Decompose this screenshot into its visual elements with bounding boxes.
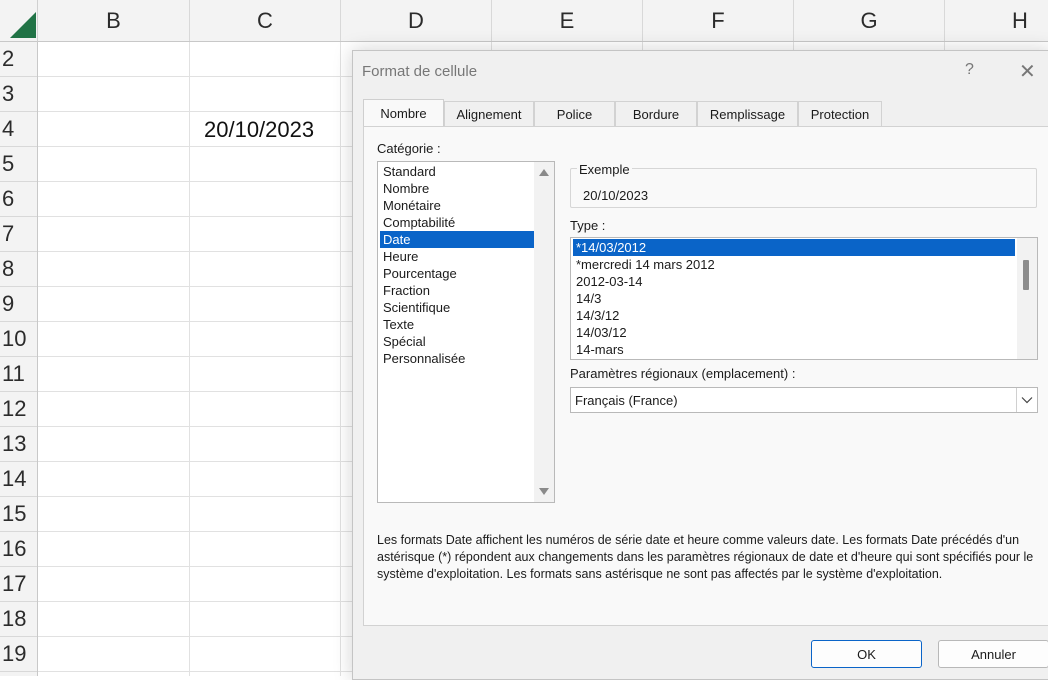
column-header-f[interactable]: F: [643, 0, 794, 41]
category-item-pourcentage[interactable]: Pourcentage: [380, 265, 534, 282]
gridline: [189, 42, 190, 676]
column-header-h[interactable]: H: [945, 0, 1048, 41]
category-label: Catégorie :: [377, 141, 441, 156]
category-item-texte[interactable]: Texte: [380, 316, 534, 333]
help-icon[interactable]: ?: [965, 61, 974, 79]
row-header-4[interactable]: 4: [0, 112, 37, 147]
scroll-up-arrow-icon[interactable]: [539, 169, 549, 176]
region-value: Français (France): [575, 393, 678, 408]
row-header-9[interactable]: 9: [0, 287, 37, 322]
category-scrollbar[interactable]: [534, 162, 554, 502]
row-header-6[interactable]: 6: [0, 182, 37, 217]
category-list[interactable]: Standard Nombre Monétaire Comptabilité D…: [377, 161, 555, 503]
row-header-12[interactable]: 12: [0, 392, 37, 427]
dialog-title: Format de cellule: [362, 63, 477, 80]
column-header-e[interactable]: E: [492, 0, 643, 41]
cancel-button[interactable]: Annuler: [938, 640, 1048, 668]
row-header-2[interactable]: 2: [0, 42, 37, 77]
category-item-comptabilite[interactable]: Comptabilité: [380, 214, 534, 231]
column-header-c[interactable]: C: [190, 0, 341, 41]
category-item-personnalisee[interactable]: Personnalisée: [380, 350, 534, 367]
type-item[interactable]: *mercredi 14 mars 2012: [573, 256, 1015, 273]
ok-button[interactable]: OK: [811, 640, 922, 668]
format-cells-dialog: Format de cellule ? ✕ Nombre Alignement …: [352, 50, 1048, 680]
select-all-corner[interactable]: [0, 0, 38, 42]
category-item-fraction[interactable]: Fraction: [380, 282, 534, 299]
row-header-10[interactable]: 10: [0, 322, 37, 357]
type-item[interactable]: 14/3/12: [573, 307, 1015, 324]
category-item-scientifique[interactable]: Scientifique: [380, 299, 534, 316]
category-item-special[interactable]: Spécial: [380, 333, 534, 350]
type-label: Type :: [570, 218, 605, 233]
row-header-5[interactable]: 5: [0, 147, 37, 182]
cell-c4-value[interactable]: 20/10/2023: [204, 117, 314, 143]
tab-alignement[interactable]: Alignement: [444, 101, 534, 127]
column-header-g[interactable]: G: [794, 0, 945, 41]
column-header-b[interactable]: B: [38, 0, 190, 41]
region-select[interactable]: Français (France): [570, 387, 1038, 413]
type-item[interactable]: *14/03/2012: [573, 239, 1015, 256]
type-item[interactable]: 2012-03-14: [573, 273, 1015, 290]
type-list[interactable]: *14/03/2012 *mercredi 14 mars 2012 2012-…: [570, 237, 1038, 360]
row-header-17[interactable]: 17: [0, 567, 37, 602]
region-label: Paramètres régionaux (emplacement) :: [570, 366, 795, 381]
row-header-16[interactable]: 16: [0, 532, 37, 567]
close-icon[interactable]: ✕: [1019, 59, 1036, 84]
row-header-3[interactable]: 3: [0, 77, 37, 112]
type-scroll-thumb[interactable]: [1023, 260, 1029, 290]
row-header-14[interactable]: 14: [0, 462, 37, 497]
row-header-19[interactable]: 19: [0, 637, 37, 672]
column-header-d[interactable]: D: [341, 0, 492, 41]
row-header-11[interactable]: 11: [0, 357, 37, 392]
scroll-down-arrow-icon[interactable]: [539, 488, 549, 495]
tab-protection[interactable]: Protection: [798, 101, 882, 127]
type-item[interactable]: 14-mars: [573, 341, 1015, 358]
row-headers: 2 3 4 5 6 7 8 9 10 11 12 13 14 15 16 17 …: [0, 42, 38, 676]
chevron-down-icon[interactable]: [1016, 388, 1037, 412]
row-header-7[interactable]: 7: [0, 217, 37, 252]
tab-remplissage[interactable]: Remplissage: [697, 101, 798, 127]
row-header-18[interactable]: 18: [0, 602, 37, 637]
type-item[interactable]: 14/3: [573, 290, 1015, 307]
format-description: Les formats Date affichent les numéros d…: [377, 532, 1037, 583]
category-item-date[interactable]: Date: [380, 231, 534, 248]
number-tab-panel: Catégorie : Standard Nombre Monétaire Co…: [363, 126, 1048, 626]
row-header-13[interactable]: 13: [0, 427, 37, 462]
category-item-nombre[interactable]: Nombre: [380, 180, 534, 197]
type-item[interactable]: 14/03/12: [573, 324, 1015, 341]
row-header-8[interactable]: 8: [0, 252, 37, 287]
type-scrollbar[interactable]: [1017, 238, 1037, 359]
tab-bordure[interactable]: Bordure: [615, 101, 697, 127]
tab-nombre[interactable]: Nombre: [363, 99, 444, 127]
example-label: Exemple: [577, 162, 632, 177]
category-item-heure[interactable]: Heure: [380, 248, 534, 265]
select-all-triangle-icon: [10, 12, 36, 38]
row-header-15[interactable]: 15: [0, 497, 37, 532]
example-value: 20/10/2023: [583, 188, 648, 203]
category-item-monetaire[interactable]: Monétaire: [380, 197, 534, 214]
tab-police[interactable]: Police: [534, 101, 615, 127]
gridline: [340, 42, 341, 676]
category-item-standard[interactable]: Standard: [380, 163, 534, 180]
column-headers: B C D E F G H: [38, 0, 1048, 42]
